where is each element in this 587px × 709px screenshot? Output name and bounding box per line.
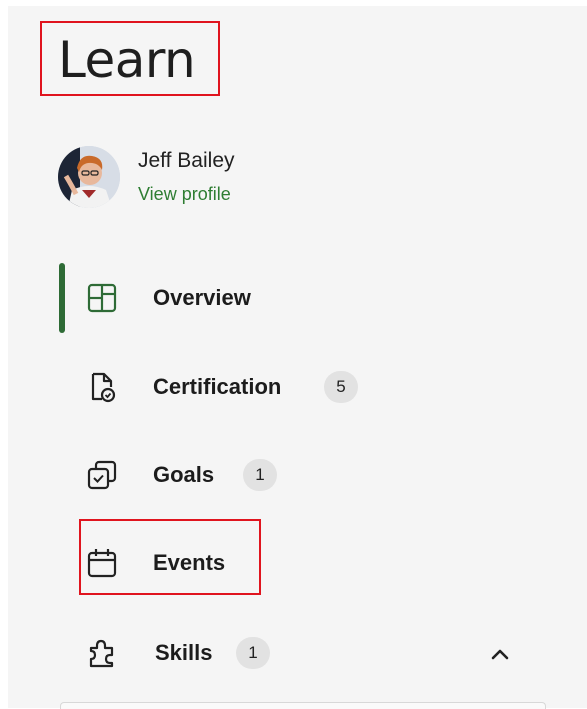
goals-count-badge: 1 — [243, 459, 277, 491]
page-title: Learn — [58, 31, 196, 89]
layout-grid-icon — [86, 282, 118, 314]
nav-label-certification: Certification — [153, 374, 282, 399]
skills-count-badge: 1 — [236, 637, 270, 669]
puzzle-icon — [86, 637, 118, 669]
nav-item-goals[interactable]: Goals 1 — [80, 450, 540, 500]
certification-count-badge: 5 — [324, 371, 358, 403]
calendar-icon — [86, 547, 118, 579]
nav-item-skills[interactable]: Skills 1 — [80, 628, 540, 678]
nav-label-events: Events — [153, 550, 226, 575]
nav-item-certification[interactable]: Certification 5 — [80, 362, 540, 412]
nav-label-skills: Skills — [155, 640, 213, 665]
user-name: Jeff Bailey — [138, 149, 235, 172]
active-indicator — [59, 263, 65, 333]
nav-label-overview: Overview — [153, 285, 251, 310]
nav-item-events[interactable]: Events — [80, 538, 540, 588]
nav-label-goals: Goals — [153, 462, 215, 487]
avatar[interactable] — [58, 146, 120, 208]
certificate-doc-icon — [86, 371, 118, 403]
goals-checkbox-icon — [86, 459, 118, 491]
chevron-up-icon[interactable] — [486, 640, 514, 668]
view-profile-link[interactable]: View profile — [138, 182, 231, 206]
avatar-photo — [58, 146, 120, 208]
nav-item-overview[interactable]: Overview — [80, 273, 540, 323]
sidebar-panel — [8, 6, 587, 708]
